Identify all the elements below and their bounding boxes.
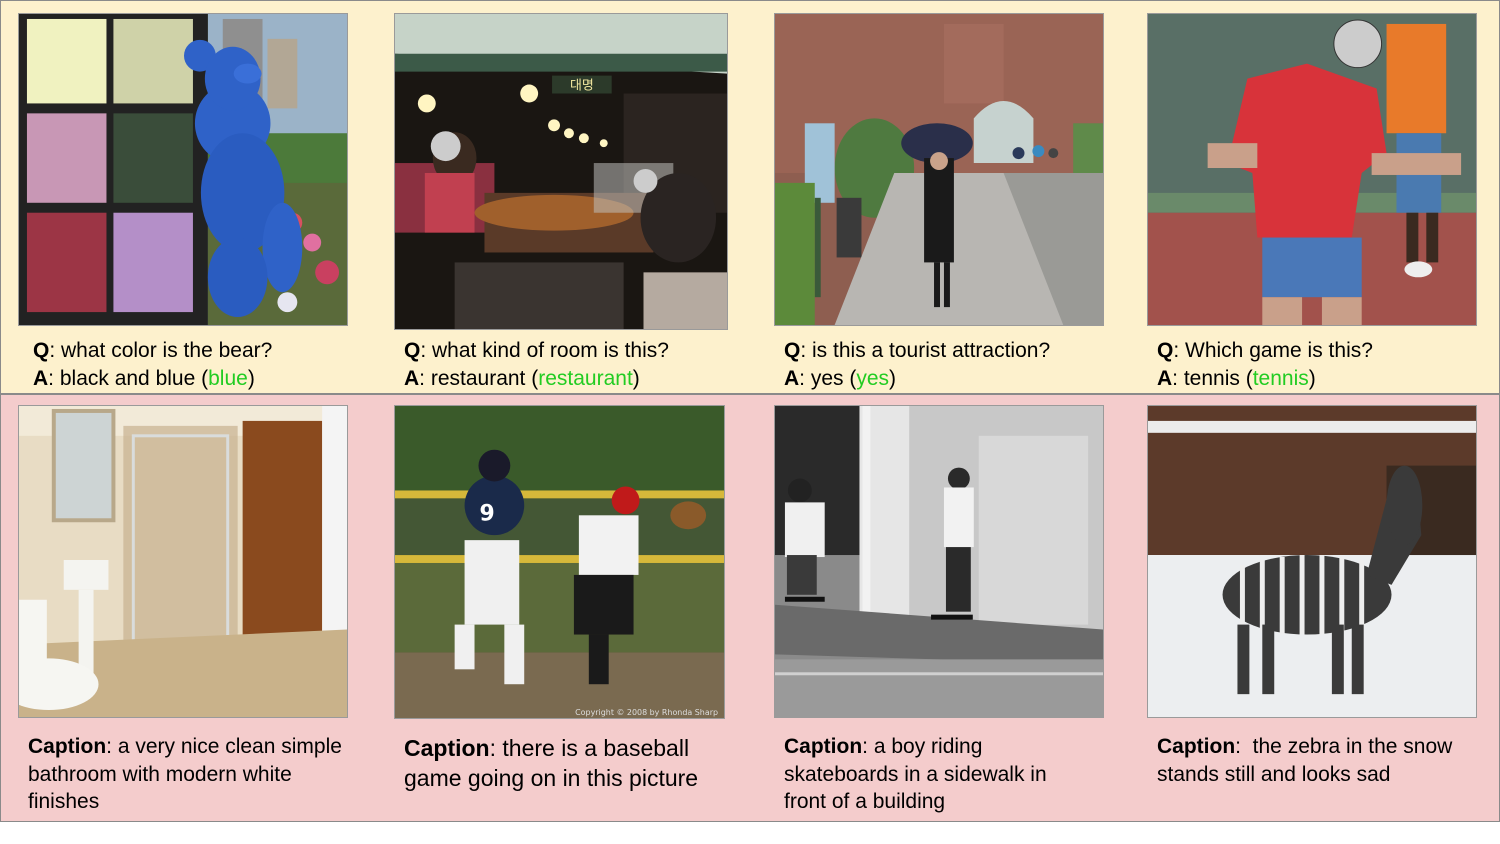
photo-bathroom — [18, 405, 348, 718]
vqa-qa-1: Q: what color is the bear? A: black and … — [33, 339, 273, 390]
answer-label: A — [784, 367, 800, 390]
question-text: what kind of room is this? — [432, 339, 669, 362]
vqa-qa-3: Q: is this a tourist attraction? A: yes … — [784, 339, 1051, 390]
photo-baseball: 9 Copyright © 2008 by Rhonda Sharp — [394, 405, 725, 719]
question-text: is this a tourist attraction? — [812, 339, 1051, 362]
photo-castle-umbrella — [774, 13, 1104, 326]
photo-tennis-boys — [1147, 13, 1477, 326]
photo-skateboarders — [774, 405, 1104, 718]
vqa-qa-2: Q: what kind of room is this? A: restaur… — [404, 339, 669, 390]
question-label: Q — [404, 339, 421, 362]
caption-label: Caption — [1157, 735, 1236, 758]
answer-text: restaurant — [430, 367, 526, 390]
caption-label: Caption — [404, 735, 490, 761]
vqa-qa-4: Q: Which game is this? A: tennis (tennis… — [1157, 339, 1373, 390]
question-label: Q — [1157, 339, 1174, 362]
answer-label: A — [1157, 367, 1173, 390]
answer-text: yes — [810, 367, 844, 390]
caption-3: Caption: a boy riding skateboards in a s… — [784, 735, 1047, 813]
answer-text: tennis — [1183, 367, 1240, 390]
caption-label: Caption — [28, 735, 107, 758]
photo-watermark: Copyright © 2008 by Rhonda Sharp — [575, 708, 718, 717]
question-text: what color is the bear? — [61, 339, 273, 362]
answer-label: A — [33, 367, 49, 390]
answer-text: black and blue — [59, 367, 196, 390]
ground-truth-answer: yes — [856, 367, 890, 390]
market-sign-text: 대명 — [570, 79, 594, 94]
question-text: Which game is this? — [1185, 339, 1373, 362]
caption-4: Caption: the zebra in the snow stands st… — [1157, 735, 1459, 786]
caption-1: Caption: a very nice clean simple bathro… — [28, 735, 342, 813]
ground-truth-answer: tennis — [1252, 367, 1309, 390]
photo-zebra-snow — [1147, 405, 1477, 718]
ground-truth-answer: restaurant — [538, 367, 633, 390]
question-label: Q — [33, 339, 50, 362]
photo-market-restaurant: 대명 — [394, 13, 728, 330]
answer-label: A — [404, 367, 420, 390]
question-label: Q — [784, 339, 801, 362]
caption-2: Caption: there is a baseball game going … — [404, 735, 699, 791]
ground-truth-answer: blue — [208, 367, 248, 390]
photo-blue-crochet-bear — [18, 13, 348, 326]
caption-label: Caption — [784, 735, 863, 758]
jersey-number: 9 — [479, 501, 494, 526]
